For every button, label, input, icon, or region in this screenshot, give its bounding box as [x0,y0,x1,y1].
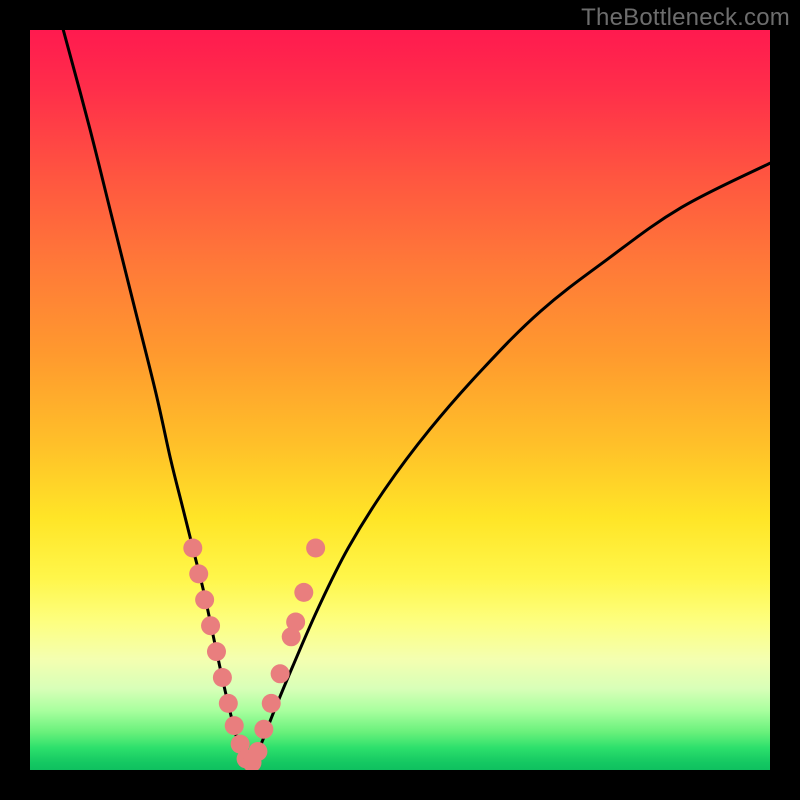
chart-frame: TheBottleneck.com [0,0,800,800]
watermark-text: TheBottleneck.com [581,4,790,32]
data-point [254,720,273,739]
data-point [225,716,244,735]
data-point [248,742,267,761]
v-curve [63,30,770,767]
data-point [262,694,281,713]
curve-layer [30,30,770,770]
data-point [207,642,226,661]
data-point [195,590,214,609]
data-point [213,668,232,687]
data-point [271,664,290,683]
data-point [183,539,202,558]
data-point [219,694,238,713]
data-point [201,616,220,635]
data-point [286,613,305,632]
data-point [294,583,313,602]
data-point [189,564,208,583]
marker-group [183,539,325,771]
data-point [306,539,325,558]
bottleneck-curve [63,30,770,767]
plot-area [30,30,770,770]
